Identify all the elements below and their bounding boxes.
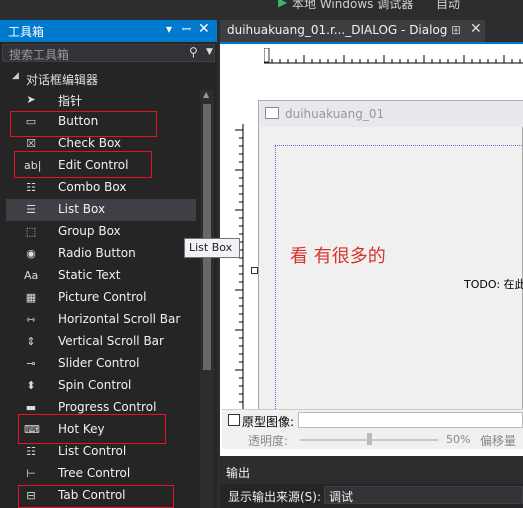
output-source-select[interactable]: 调试 <box>324 486 523 504</box>
toolbox-scrollbar[interactable]: ▲ <box>200 90 214 508</box>
toolbox-item-label: Picture Control <box>58 290 147 304</box>
toolbox-item[interactable]: ⇿ Horizontal Scroll Bar <box>6 309 196 331</box>
opacity-value: 50% <box>446 433 471 446</box>
toolbox-item-label: 指针 <box>58 94 83 108</box>
prototype-label: 原型图像: <box>242 415 295 429</box>
search-icon[interactable]: ⚲ <box>189 45 198 59</box>
toolbox-search-input[interactable]: 搜索工具箱 ⚲ ▼ <box>2 44 215 62</box>
slider-icon: ⊸ <box>26 357 36 370</box>
dialog-titlebar: duihuakuang_01 <box>259 101 523 127</box>
toolbox-item[interactable]: ➤ 指针 <box>6 89 196 111</box>
todo-static-text[interactable]: TODO: 在此 <box>464 276 523 292</box>
scrollbar-thumb[interactable] <box>203 104 211 370</box>
dialog-title: duihuakuang_01 <box>285 107 385 121</box>
highlight-box-hotkey <box>18 414 166 444</box>
offset-label: 偏移量 <box>480 434 517 448</box>
toolbox-item-label: Tree Control <box>58 466 131 480</box>
toolbox-item[interactable]: ⬚ Group Box <box>6 221 196 243</box>
checkbox-icon: ☒ <box>26 137 36 150</box>
toolbox-item-label: List Box <box>58 202 106 216</box>
highlight-box-tab <box>18 485 174 508</box>
handwritten-annotation: 看 有很多的 <box>290 246 386 267</box>
toolbox-item-label: Progress Control <box>58 400 157 414</box>
pointer-icon: ➤ <box>26 93 36 106</box>
tooltip: List Box <box>184 238 240 258</box>
document-tab[interactable]: duihuakuang_01.r..._DIALOG - Dialog ⊞ ✕ <box>220 20 485 42</box>
toolbox-item-label: Combo Box <box>58 180 127 194</box>
close-icon[interactable]: ✕ <box>198 21 210 37</box>
run-mode[interactable]: 自动 <box>436 0 460 12</box>
dialog-client-area[interactable] <box>275 145 523 445</box>
group-header[interactable]: 对话框编辑器 <box>26 71 98 88</box>
toolbox-item[interactable]: ⊸ Slider Control <box>6 353 196 375</box>
top-toolbar: ▶ 本地 Windows 调试器 自动 <box>0 0 523 20</box>
listcontrol-icon: ☷ <box>26 445 36 458</box>
output-title: 输出 <box>226 466 251 480</box>
output-toolbar: 显示输出来源(S): 调试 <box>220 484 523 508</box>
pin-icon[interactable]: ⊞ <box>451 23 461 37</box>
tooltip-text: List Box <box>189 241 233 254</box>
toolbox-item-label: Group Box <box>58 224 121 238</box>
highlight-box-edit <box>14 151 152 178</box>
document-tab-title: duihuakuang_01.r..._DIALOG - Dialog <box>227 23 448 37</box>
toolbox-item-label: Static Text <box>58 268 121 282</box>
auto-hide-pin-icon[interactable]: ꟷ <box>182 22 191 37</box>
scroll-up-icon[interactable]: ▲ <box>203 90 209 99</box>
output-source-value: 调试 <box>329 490 354 504</box>
static-text-icon: Aa <box>24 269 39 282</box>
prototype-path-field[interactable] <box>298 412 523 428</box>
toolbox-item-label: List Control <box>58 444 127 458</box>
dialog-preview[interactable]: duihuakuang_01 <box>258 100 523 445</box>
close-icon[interactable]: ✕ <box>470 21 482 37</box>
document-area: duihuakuang_01.r..._DIALOG - Dialog ⊞ ✕ … <box>220 20 523 458</box>
radio-icon: ◉ <box>26 247 36 260</box>
dialog-icon <box>265 107 279 119</box>
output-panel: 输出 显示输出来源(S): 调试 <box>220 460 523 508</box>
chevron-down-icon[interactable]: ▼ <box>206 47 213 57</box>
groupbox-icon: ⬚ <box>25 225 37 238</box>
hscroll-icon: ⇿ <box>26 313 36 326</box>
toolbox-item-label: Spin Control <box>58 378 132 392</box>
opacity-label: 透明度: <box>248 434 289 448</box>
toolbox-item[interactable]: Aa Static Text <box>6 265 196 287</box>
progress-icon: ▬ <box>25 401 37 414</box>
toolbox-item[interactable]: ⬍ Spin Control <box>6 375 196 397</box>
run-target[interactable]: 本地 Windows 调试器 <box>292 0 413 12</box>
output-source-label: 显示输出来源(S): <box>228 490 322 504</box>
picture-icon: ▦ <box>25 291 37 304</box>
toolbox-item-label: Radio Button <box>58 246 136 260</box>
tree-icon: ⊢ <box>26 467 36 480</box>
toolbox-item-label: Slider Control <box>58 356 140 370</box>
toolbox-item-label: Check Box <box>58 136 122 150</box>
toolbox-item[interactable]: ☷ List Control <box>6 441 196 463</box>
prototype-image-bar: 原型图像: <box>222 409 523 432</box>
search-placeholder: 搜索工具箱 <box>9 48 70 62</box>
opacity-slider-thumb[interactable] <box>367 433 372 445</box>
expand-arrow-icon[interactable]: ◢ <box>12 71 19 81</box>
toolbox-item[interactable]: ☷ Combo Box <box>6 177 196 199</box>
opacity-bar: 透明度: 50% 偏移量 <box>222 431 523 449</box>
prototype-checkbox[interactable] <box>228 414 240 426</box>
toolbox-item-label: Horizontal Scroll Bar <box>58 312 181 326</box>
toolbox-item[interactable]: ☰ List Box <box>6 199 196 221</box>
listbox-icon: ☰ <box>26 203 36 216</box>
pin-icon[interactable]: ▾ <box>166 22 172 36</box>
toolbox-item[interactable]: ⇕ Vertical Scroll Bar <box>6 331 196 353</box>
resize-handle[interactable] <box>251 267 258 274</box>
toolbox-header: 工具箱 ▾ ꟷ ✕ <box>0 20 217 42</box>
run-icon[interactable]: ▶ <box>278 0 287 9</box>
left-ruler <box>235 124 244 424</box>
combobox-icon: ☷ <box>26 181 36 194</box>
toolbox-item-label: Vertical Scroll Bar <box>58 334 164 348</box>
toolbox-title: 工具箱 <box>8 25 45 39</box>
toolbox-item[interactable]: ◉ Radio Button <box>6 243 196 265</box>
highlight-box-button <box>10 111 157 137</box>
toolbox-item[interactable]: ▦ Picture Control <box>6 287 196 309</box>
vscroll-icon: ⇕ <box>26 335 36 348</box>
toolbox-item[interactable]: ⊢ Tree Control <box>6 463 196 485</box>
spin-icon: ⬍ <box>26 379 36 392</box>
top-ruler <box>264 48 523 64</box>
